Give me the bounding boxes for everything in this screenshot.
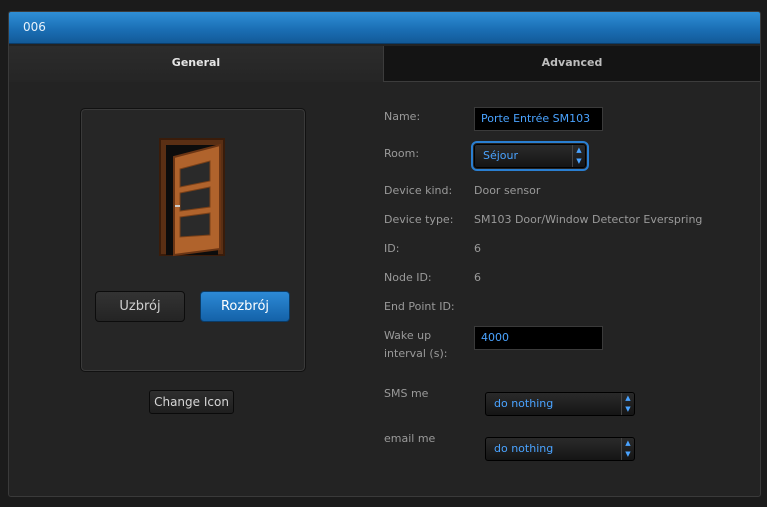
- device-type-label: Device type:: [384, 213, 454, 226]
- title-bar: 006: [9, 12, 760, 44]
- sms-me-select[interactable]: do nothing ▲ ▼: [485, 392, 635, 416]
- door-open-icon: [159, 138, 225, 257]
- tab-general[interactable]: General: [9, 46, 383, 82]
- device-icon-panel: Uzbrój Rozbrój: [80, 108, 306, 372]
- sms-me-label: SMS me: [384, 387, 429, 400]
- room-select-value: Séjour: [483, 149, 519, 162]
- change-icon-button[interactable]: Change Icon: [149, 390, 234, 414]
- select-arrows-icon: ▲ ▼: [572, 145, 585, 167]
- arm-button[interactable]: Uzbrój: [95, 291, 185, 322]
- name-input[interactable]: Porte Entrée SM103: [474, 107, 603, 131]
- node-id-label: Node ID:: [384, 271, 432, 284]
- name-label: Name:: [384, 110, 421, 123]
- window-title: 006: [23, 20, 46, 34]
- node-id-value: 6: [474, 271, 481, 284]
- device-dialog: 006 General Advanced Uzbrój Rozbrój Chan…: [8, 11, 761, 497]
- device-kind-value: Door sensor: [474, 184, 541, 197]
- disarm-button[interactable]: Rozbrój: [200, 291, 290, 322]
- device-type-value: SM103 Door/Window Detector Everspring: [474, 213, 703, 226]
- select-arrows-icon: ▲ ▼: [621, 438, 634, 460]
- room-select[interactable]: Séjour ▲ ▼: [471, 141, 589, 171]
- room-label: Room:: [384, 147, 420, 160]
- wake-up-label-line2: interval (s):: [384, 347, 448, 360]
- wake-up-label-line1: Wake up: [384, 329, 432, 342]
- wake-up-interval-input[interactable]: 4000: [474, 326, 603, 350]
- id-value: 6: [474, 242, 481, 255]
- end-point-id-label: End Point ID:: [384, 300, 455, 313]
- tab-advanced[interactable]: Advanced: [383, 46, 760, 82]
- id-label: ID:: [384, 242, 400, 255]
- email-me-select-value: do nothing: [494, 442, 554, 455]
- sms-me-select-value: do nothing: [494, 397, 554, 410]
- select-arrows-icon: ▲ ▼: [621, 393, 634, 415]
- email-me-select[interactable]: do nothing ▲ ▼: [485, 437, 635, 461]
- email-me-label: email me: [384, 432, 436, 445]
- device-kind-label: Device kind:: [384, 184, 453, 197]
